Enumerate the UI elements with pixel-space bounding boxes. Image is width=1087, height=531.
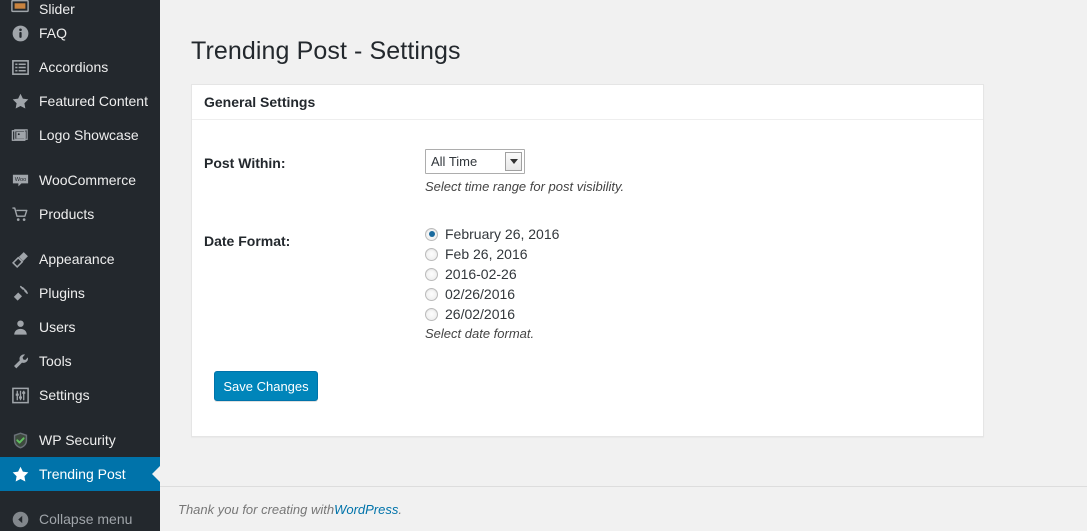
sidebar-item-label: Products: [39, 206, 95, 222]
admin-content-area: Trending Post - Settings General Setting…: [160, 0, 1087, 531]
sidebar-separator: [0, 152, 160, 163]
sidebar-item-label: Settings: [39, 387, 90, 403]
sidebar-separator: [0, 412, 160, 423]
star-icon: [10, 91, 30, 111]
sidebar-item-tools[interactable]: Tools: [0, 344, 160, 378]
sidebar-item-label: Trending Post: [39, 466, 126, 482]
admin-sidebar-menu: Slider FAQ Accordions Featured Content L…: [0, 0, 160, 531]
list-icon: [10, 57, 30, 77]
post-within-label: Post Within:: [204, 155, 286, 171]
collapse-arrow-icon: [10, 509, 30, 529]
sidebar-separator: [0, 231, 160, 242]
star-icon: [10, 464, 30, 484]
date-format-label: Date Format:: [204, 233, 291, 249]
general-settings-panel: General Settings Post Within: All Time S…: [191, 84, 984, 437]
date-format-option[interactable]: 26/02/2016: [425, 304, 559, 324]
panel-body: Post Within: All Time Select time range …: [192, 120, 983, 436]
save-changes-button[interactable]: Save Changes: [214, 371, 318, 401]
date-format-radio-group: February 26, 2016 Feb 26, 2016 2016-02-2…: [425, 224, 559, 324]
cart-icon: [10, 204, 30, 224]
images-stack-icon: [10, 125, 30, 145]
radio-icon[interactable]: [425, 267, 438, 281]
woocommerce-icon: Woo: [10, 170, 30, 190]
date-format-option[interactable]: Feb 26, 2016: [425, 244, 559, 264]
sidebar-item-label: FAQ: [39, 25, 68, 41]
info-icon: [10, 23, 30, 43]
sidebar-item-label: Plugins: [39, 285, 85, 301]
sidebar-item-featured-content[interactable]: Featured Content: [0, 84, 160, 118]
admin-footer: Thank you for creating with WordPress .: [160, 486, 1087, 531]
date-format-option[interactable]: 2016-02-26: [425, 264, 559, 284]
post-within-select[interactable]: All Time: [425, 149, 525, 174]
wordpress-admin-screen: Slider FAQ Accordions Featured Content L…: [0, 0, 1087, 531]
wordpress-link[interactable]: WordPress: [334, 502, 398, 517]
sidebar-item-slider-clipped[interactable]: Slider: [0, 0, 160, 16]
sliders-icon: [10, 385, 30, 405]
radio-icon[interactable]: [425, 247, 438, 261]
page-title: Trending Post - Settings: [191, 36, 461, 65]
sidebar-item-users[interactable]: Users: [0, 310, 160, 344]
sidebar-item-label: Accordions: [39, 59, 109, 75]
sidebar-separator: [0, 491, 160, 502]
date-format-option[interactable]: February 26, 2016: [425, 224, 559, 244]
sidebar-item-label: Featured Content: [39, 93, 148, 109]
sidebar-item-products[interactable]: Products: [0, 197, 160, 231]
svg-text:Woo: Woo: [14, 177, 26, 183]
date-format-option[interactable]: 02/26/2016: [425, 284, 559, 304]
sidebar-item-settings[interactable]: Settings: [0, 378, 160, 412]
active-menu-arrow: [152, 466, 160, 482]
shield-check-icon: [10, 430, 30, 450]
sidebar-item-wp-security[interactable]: WP Security: [0, 423, 160, 457]
footer-suffix: .: [398, 501, 402, 517]
slider-icon: [10, 0, 30, 16]
sidebar-item-label: Users: [39, 319, 76, 335]
sidebar-item-label: Tools: [39, 353, 72, 369]
sidebar-item-label: WP Security: [39, 432, 116, 448]
wrench-icon: [10, 351, 30, 371]
footer-text: Thank you for creating with: [178, 501, 335, 517]
sidebar-item-label: Logo Showcase: [39, 127, 139, 143]
sidebar-item-trending-post[interactable]: Trending Post: [0, 457, 160, 491]
sidebar-item-label: Collapse menu: [39, 511, 133, 527]
sidebar-item-appearance[interactable]: Appearance: [0, 242, 160, 276]
sidebar-item-label: WooCommerce: [39, 172, 136, 188]
radio-icon[interactable]: [425, 227, 438, 241]
sidebar-item-label: Appearance: [39, 251, 115, 267]
radio-icon[interactable]: [425, 307, 438, 321]
sidebar-item-logo-showcase[interactable]: Logo Showcase: [0, 118, 160, 152]
sidebar-item-collapse-menu[interactable]: Collapse menu: [0, 502, 160, 531]
sidebar-item-woocommerce[interactable]: Woo WooCommerce: [0, 163, 160, 197]
sidebar-item-plugins[interactable]: Plugins: [0, 276, 160, 310]
sidebar-item-label: Slider: [39, 1, 75, 16]
sidebar-item-faq[interactable]: FAQ: [0, 16, 160, 50]
chevron-down-icon[interactable]: [505, 152, 522, 171]
post-within-helper-text: Select time range for post visibility.: [425, 179, 625, 194]
radio-icon[interactable]: [425, 287, 438, 301]
paintbrush-icon: [10, 249, 30, 269]
sidebar-item-accordions[interactable]: Accordions: [0, 50, 160, 84]
date-format-helper-text: Select date format.: [425, 326, 535, 341]
plug-icon: [10, 283, 30, 303]
panel-header: General Settings: [192, 85, 983, 120]
post-within-selected-value: All Time: [431, 154, 478, 169]
user-icon: [10, 317, 30, 337]
